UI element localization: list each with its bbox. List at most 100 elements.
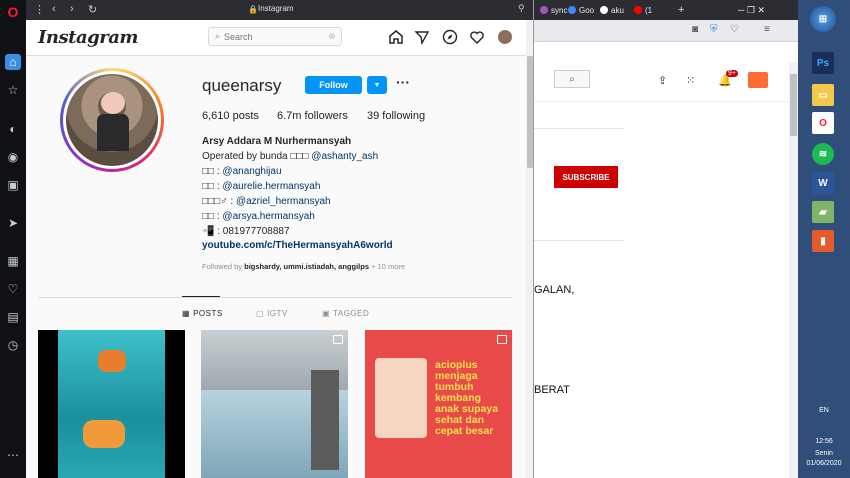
bio-full-name: Arsy Addara M Nurhermansyah [202, 136, 352, 147]
heart-outline-icon[interactable]: ♡ [730, 24, 739, 35]
more-options-icon[interactable]: ··· [396, 75, 414, 91]
instagram-icon[interactable]: ▣ [5, 177, 21, 193]
post-thumbnail[interactable] [201, 330, 348, 478]
window-controls[interactable]: ─ ❐ ✕ [734, 2, 769, 18]
tab-posts[interactable]: ▦ POSTS [182, 309, 223, 318]
profile-username: queenarsy [202, 76, 282, 95]
forward-icon[interactable]: › [70, 3, 74, 15]
bio-mention-link[interactable]: @aurelie.hermansyah [222, 181, 320, 192]
window-title: Instagram [258, 4, 294, 13]
follow-button[interactable]: Follow [305, 76, 362, 94]
start-button[interactable]: ⊞ [810, 6, 836, 32]
profile-picture[interactable] [60, 68, 164, 172]
messenger-icon[interactable]: ◐ [5, 121, 21, 137]
history-icon[interactable]: ◷ [5, 337, 21, 353]
bio-mention-link[interactable]: @azriel_hermansyah [236, 196, 331, 207]
search-icon: ⌕ [215, 31, 221, 41]
lock-icon: 🔒 [248, 5, 258, 14]
instagram-logo[interactable]: Instagram [38, 27, 138, 48]
whatsapp-icon[interactable]: ◉ [5, 149, 21, 165]
home-icon[interactable]: ⌂ [5, 54, 21, 70]
tab-divider [38, 297, 512, 298]
bio-website-link[interactable]: youtube.com/c/TheHermansyahA6world [202, 240, 393, 251]
heart-icon[interactable]: ♡ [5, 281, 21, 297]
menu-dots-icon[interactable]: ⋮ [34, 3, 45, 16]
camera-icon[interactable]: ◙ [692, 24, 698, 35]
scroll-thumb[interactable] [527, 56, 533, 168]
follow-dropdown-button[interactable]: ▼ [367, 76, 387, 94]
home-icon[interactable] [387, 28, 405, 46]
direct-icon[interactable] [413, 28, 431, 46]
search-box[interactable]: ⌕ ⊗ [208, 27, 342, 46]
subscribe-button[interactable]: SUBSCRIBE [554, 166, 618, 188]
tab-tagged[interactable]: ▣ TAGGED [322, 309, 369, 318]
pin-icon[interactable]: ⚲ [518, 3, 525, 14]
text-fragment: GALAN, [534, 284, 575, 296]
active-tab-indicator [182, 296, 220, 297]
clock-date: 01/06/2020 [806, 460, 842, 467]
tab-google[interactable]: Goo [564, 2, 598, 18]
tab-igtv[interactable]: ▢ IGTV [256, 309, 288, 318]
clock-day: Senin [815, 450, 833, 457]
tab-aku[interactable]: aku [596, 2, 628, 18]
bio-mention-link[interactable]: @ananghijau [222, 166, 281, 177]
divider [534, 128, 624, 129]
reload-icon[interactable]: ↻ [88, 3, 97, 16]
post-thumbnail[interactable]: acioplus menjaga tumbuh kembang anak sup… [365, 330, 512, 478]
background-scrollbar[interactable] [789, 62, 798, 478]
notification-badge: 9+ [726, 70, 738, 77]
explore-icon[interactable] [441, 28, 459, 46]
profile-avatar[interactable] [496, 28, 514, 46]
instagram-scrollbar[interactable] [526, 20, 533, 478]
menu-icon[interactable]: ≡ [764, 24, 770, 35]
opera-icon[interactable]: O [812, 112, 834, 134]
clear-icon[interactable]: ⊗ [328, 31, 336, 42]
search-input[interactable] [224, 31, 325, 42]
instagram-header: Instagram ⌕ ⊗ [26, 20, 526, 56]
igtv-icon: ▢ [256, 309, 265, 318]
opera-sidebar: O ⌂ ☆ ◐ ◉ ▣ ➤ ▦ ♡ ▤ ◷ ⋯ [0, 0, 26, 478]
opera-logo-icon[interactable]: O [5, 4, 21, 20]
followed-by[interactable]: Followed by bigshardy, ummi.istiadah, an… [202, 262, 405, 271]
spotify-icon[interactable]: ≋ [812, 143, 834, 165]
more-icon[interactable]: ⋯ [5, 447, 21, 463]
scroll-thumb[interactable] [790, 74, 797, 136]
news-icon[interactable]: ▤ [5, 309, 21, 325]
star-icon[interactable]: ☆ [5, 82, 21, 98]
word-icon[interactable]: W [812, 172, 834, 194]
instagram-window: ⋮ ‹ › ↻ 🔒 Instagram ⚲ Instagram ⌕ ⊗ [26, 0, 534, 478]
bio-line: □□ : @aurelie.hermansyah [202, 181, 321, 192]
following-count[interactable]: 39 following [367, 110, 425, 122]
bio-phone: 📲 : 081977708887 [202, 226, 290, 237]
upload-icon[interactable]: ⇪ [658, 74, 667, 87]
youtube-search-button[interactable]: ⌕ [554, 70, 590, 88]
bio-mention-link[interactable]: @ashanty_ash [311, 151, 378, 162]
followers-count[interactable]: 6.7m followers [277, 110, 348, 122]
background-tab-bar: sync Goo aku (1 + ─ ❐ ✕ [534, 0, 798, 20]
app-icon[interactable]: ▰ [812, 201, 834, 223]
send-icon[interactable]: ➤ [5, 215, 21, 231]
bio-mention-link[interactable]: @arsya.hermansyah [222, 211, 314, 222]
post-thumbnail[interactable] [38, 330, 185, 478]
office-icon[interactable]: ▮ [812, 230, 834, 252]
instagram-titlebar: ⋮ ‹ › ↻ 🔒 Instagram ⚲ [26, 0, 533, 20]
background-address-bar[interactable]: ◙ ⛨ ♡ ≡ [534, 20, 798, 42]
photoshop-icon[interactable]: Ps [812, 52, 834, 74]
avatar[interactable] [748, 72, 768, 88]
apps-icon[interactable]: ▦ [5, 253, 21, 269]
carousel-icon [333, 335, 343, 344]
language-indicator[interactable]: EN [798, 407, 850, 414]
windows-taskbar: ⊞ Ps ▭ O ≋ W ▰ ▮ EN 12:56 Senin 01/06/20… [798, 0, 850, 478]
clock-time[interactable]: 12:56 [798, 438, 850, 445]
background-browser: sync Goo aku (1 + ─ ❐ ✕ ◙ ⛨ ♡ ≡ ⌕ ⇪ ⁙ 🔔 … [534, 0, 798, 478]
shield-icon[interactable]: ⛨ [710, 24, 718, 35]
new-tab-button[interactable]: + [674, 2, 688, 18]
grid-icon: ▦ [182, 309, 191, 318]
apps-grid-icon[interactable]: ⁙ [686, 74, 695, 87]
folder-icon[interactable]: ▭ [812, 84, 834, 106]
bio-line: □□□♂ : @azriel_hermansyah [202, 196, 331, 207]
back-icon[interactable]: ‹ [52, 3, 56, 15]
posts-count: 6,610 posts [202, 110, 259, 122]
tab-youtube[interactable]: (1 [630, 2, 656, 18]
activity-heart-icon[interactable] [468, 28, 486, 46]
